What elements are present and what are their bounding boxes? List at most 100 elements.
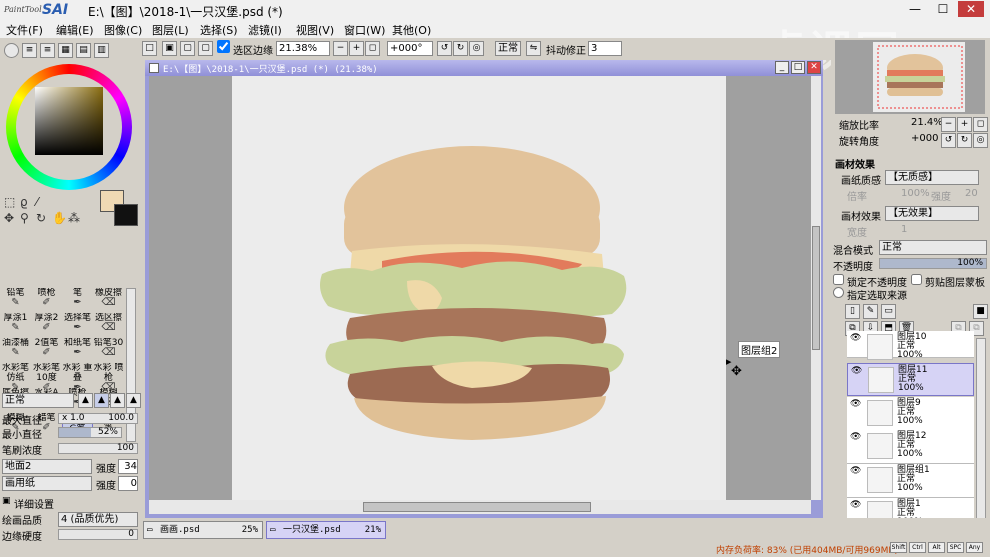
brush-shape-3-icon[interactable]: ▲ bbox=[110, 393, 125, 408]
select-all-icon[interactable]: ▢ bbox=[180, 41, 195, 56]
brush-tool-11[interactable]: 和纸笔 ✒ bbox=[62, 338, 93, 363]
brush-tool-5[interactable]: 厚涂1 ✎ bbox=[0, 313, 31, 338]
clear-icon[interactable]: ▢ bbox=[198, 41, 213, 56]
brush-tool-6[interactable]: 厚涂2 ✐ bbox=[31, 313, 62, 338]
lock-opacity-checkbox[interactable] bbox=[833, 274, 844, 285]
visibility-eye-icon[interactable]: 👁 bbox=[851, 367, 863, 377]
brush-tool-4[interactable]: 橡皮擦 ⌫ bbox=[93, 288, 124, 313]
background-color-swatch[interactable] bbox=[114, 204, 138, 226]
detail-settings-row[interactable]: ▣ 详细设置 bbox=[0, 496, 140, 511]
nav-zoom-reset-icon[interactable]: ◻ bbox=[973, 117, 988, 132]
marquee-icon[interactable]: ⬚ bbox=[4, 195, 15, 209]
doc-tab-2[interactable]: ▭ 一只汉堡.psd 21% bbox=[266, 521, 386, 539]
brush-shape-2-icon[interactable]: ▲ bbox=[94, 393, 109, 408]
clip-mask-checkbox[interactable] bbox=[911, 274, 922, 285]
horizontal-scroll-thumb[interactable] bbox=[363, 502, 591, 512]
doc-tab-1[interactable]: ▭ 画画.psd 25% bbox=[143, 521, 263, 539]
move-icon[interactable]: ✥ bbox=[4, 211, 14, 225]
canvas-paper[interactable] bbox=[232, 76, 726, 500]
canvas-minimize-button[interactable]: _ bbox=[775, 61, 789, 74]
flip-icon[interactable]: ⇋ bbox=[526, 41, 541, 56]
min-diameter-slider[interactable]: 52% bbox=[58, 427, 122, 438]
nav-zoom-out-icon[interactable]: − bbox=[941, 117, 956, 132]
selection-edge-checkbox[interactable] bbox=[217, 40, 230, 53]
canvas-close-button[interactable]: ✕ bbox=[807, 61, 821, 74]
texture2-strength-field[interactable]: 0 bbox=[118, 476, 138, 491]
vertical-scroll-thumb[interactable] bbox=[812, 226, 820, 350]
visibility-eye-icon[interactable]: 👁 bbox=[850, 467, 862, 477]
menu-item-3[interactable]: 图像(C) bbox=[104, 22, 142, 38]
layer-blend-select[interactable]: 正常 bbox=[879, 240, 987, 255]
rotate-left-icon[interactable]: ↺ bbox=[437, 41, 452, 56]
opacity-slider[interactable]: 100% bbox=[879, 258, 987, 269]
nav-zoom-in-icon[interactable]: + bbox=[957, 117, 972, 132]
rotate-reset-icon[interactable]: ◎ bbox=[469, 41, 484, 56]
color-wheel-tab-icon[interactable] bbox=[4, 43, 19, 58]
rgb-slider-tab-icon[interactable]: ≡ bbox=[22, 43, 37, 58]
zoom-out-icon[interactable]: − bbox=[333, 41, 348, 56]
brush-tool-12[interactable]: 铅笔30 ⌫ bbox=[93, 338, 124, 363]
maximize-button[interactable]: ☐ bbox=[930, 1, 956, 17]
zoom-field[interactable]: 21.38% bbox=[276, 41, 330, 56]
layer-row[interactable]: 👁 图层11 正常 100% bbox=[847, 363, 974, 396]
collapse-icon[interactable]: ▣ bbox=[2, 496, 11, 506]
brush-tool-2[interactable]: 喷枪 ✐ bbox=[31, 288, 62, 313]
visibility-eye-icon[interactable]: 👁 bbox=[850, 400, 862, 410]
brush-tool-8[interactable]: 选区擦 ⌫ bbox=[93, 313, 124, 338]
angle-field[interactable]: +000° bbox=[387, 41, 433, 56]
invert-selection-icon[interactable]: ▣ bbox=[162, 41, 177, 56]
canvas-maximize-button[interactable]: □ bbox=[791, 61, 805, 74]
layer-row[interactable]: 👁 图层12 正常 100% bbox=[847, 430, 974, 464]
canvas-horizontal-scrollbar[interactable] bbox=[149, 500, 811, 514]
menu-item-1[interactable]: 文件(F) bbox=[6, 22, 43, 38]
paper-texture-select[interactable]: 【无质感】 bbox=[885, 170, 979, 185]
brush-tool-9[interactable]: 油漆桶 ✎ bbox=[0, 338, 31, 363]
menu-item-5[interactable]: 选择(S) bbox=[200, 22, 238, 38]
brush-tool-10[interactable]: 2值笔 ✐ bbox=[31, 338, 62, 363]
eyedropper-icon[interactable]: ⁂ bbox=[68, 211, 80, 225]
magic-wand-icon[interactable]: ⁄ bbox=[36, 195, 38, 209]
texture2-select[interactable]: 画用纸 bbox=[2, 476, 92, 491]
deselect-icon[interactable]: □ bbox=[142, 41, 157, 56]
rotate-icon[interactable]: ↻ bbox=[36, 211, 46, 225]
brush-tool-15[interactable]: 水彩 重叠 ✒ bbox=[62, 363, 93, 388]
new-folder-icon[interactable]: ▭ bbox=[881, 304, 896, 319]
hsv-slider-tab-icon[interactable]: ≡ bbox=[40, 43, 55, 58]
density-slider[interactable]: 100 bbox=[58, 443, 138, 454]
visibility-eye-icon[interactable]: 👁 bbox=[850, 501, 862, 511]
nav-rotate-reset-icon[interactable]: ◎ bbox=[973, 133, 988, 148]
stabilizer-select[interactable]: 3 bbox=[588, 41, 622, 56]
close-button[interactable]: ✕ bbox=[958, 1, 984, 17]
layer-list-scrollbar[interactable] bbox=[976, 338, 986, 538]
layer-row[interactable]: 👁 图层组1 正常 100% bbox=[847, 464, 974, 498]
menu-item-4[interactable]: 图层(L) bbox=[152, 22, 189, 38]
new-layer-icon[interactable]: ▯ bbox=[845, 304, 860, 319]
nav-rotate-right-icon[interactable]: ↻ bbox=[957, 133, 972, 148]
menu-item-6[interactable]: 滤镜(I) bbox=[248, 22, 282, 38]
menu-item-7[interactable]: 视图(V) bbox=[296, 22, 334, 38]
quality-select[interactable]: 4 (品质优先) bbox=[58, 512, 138, 527]
navigator-preview[interactable] bbox=[835, 40, 985, 114]
brush-blend-select[interactable]: 正常 bbox=[2, 393, 74, 408]
zoom-in-icon[interactable]: + bbox=[349, 41, 364, 56]
hardness-slider[interactable]: 0 bbox=[58, 529, 138, 540]
brush-tool-13[interactable]: 水彩笔 仿纸 ✎ bbox=[0, 363, 31, 388]
new-linework-layer-icon[interactable]: ✎ bbox=[863, 304, 878, 319]
hand-icon[interactable]: ✋ bbox=[52, 211, 67, 225]
canvas-vertical-scrollbar[interactable] bbox=[811, 76, 821, 500]
nav-rotate-left-icon[interactable]: ↺ bbox=[941, 133, 956, 148]
brush-tool-14[interactable]: 水彩笔 10度 ✐ bbox=[31, 363, 62, 388]
layer-panel-toggle-icon[interactable]: ■ bbox=[973, 304, 988, 319]
zoom-icon[interactable]: ⚲ bbox=[20, 211, 29, 225]
saturation-value-box[interactable] bbox=[35, 87, 103, 155]
rotate-right-icon[interactable]: ↻ bbox=[453, 41, 468, 56]
lasso-icon[interactable]: ϱ bbox=[20, 195, 28, 209]
swatches-tab-icon[interactable]: ▦ bbox=[58, 43, 73, 58]
brush-tool-7[interactable]: 选择笔 ✒ bbox=[62, 313, 93, 338]
menu-item-2[interactable]: 编辑(E) bbox=[56, 22, 94, 38]
brush-shape-1-icon[interactable]: ▲ bbox=[78, 393, 93, 408]
mixer-tab-icon[interactable]: ▤ bbox=[76, 43, 91, 58]
selection-source-toggle[interactable] bbox=[833, 287, 844, 298]
layer-row[interactable]: 👁 图层10 正常 100% bbox=[847, 331, 974, 360]
max-diameter-slider[interactable]: x 1.0 100.0 bbox=[58, 413, 138, 424]
